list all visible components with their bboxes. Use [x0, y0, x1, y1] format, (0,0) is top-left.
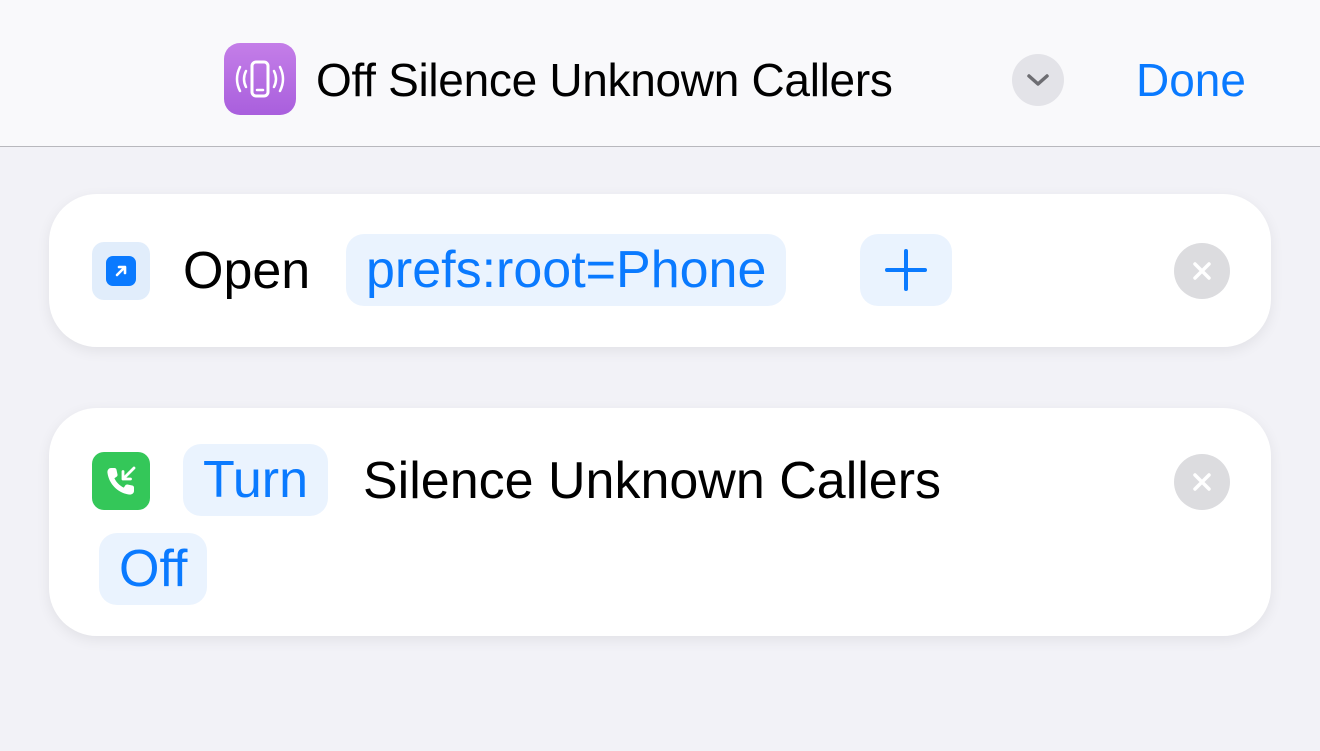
close-icon [1193, 262, 1211, 280]
state-off-token[interactable]: Off [99, 533, 208, 605]
remove-action-button[interactable] [1174, 243, 1230, 299]
close-icon [1193, 473, 1211, 491]
done-button[interactable]: Done [1136, 50, 1246, 110]
setting-name-label: Silence Unknown Callers [363, 452, 942, 510]
action-card-open-url: Open prefs:root=Phone [49, 194, 1271, 347]
shortcut-title[interactable]: Off Silence Unknown Callers [316, 50, 893, 110]
action-card-silence-callers: Turn Silence Unknown Callers Off [49, 408, 1271, 636]
turn-toggle-token[interactable]: Turn [183, 444, 328, 516]
title-menu-button[interactable] [1012, 54, 1064, 106]
navigation-bar: Off Silence Unknown Callers Done [0, 0, 1320, 147]
phone-vibrate-icon[interactable] [224, 43, 296, 115]
add-parameter-button[interactable] [860, 234, 952, 306]
url-parameter-token[interactable]: prefs:root=Phone [346, 234, 787, 306]
chevron-down-icon [1027, 74, 1049, 86]
open-verb-label: Open [183, 242, 311, 300]
open-url-icon [92, 242, 150, 300]
phone-incoming-icon [92, 452, 150, 510]
plus-icon [885, 249, 927, 291]
remove-action-button[interactable] [1174, 454, 1230, 510]
